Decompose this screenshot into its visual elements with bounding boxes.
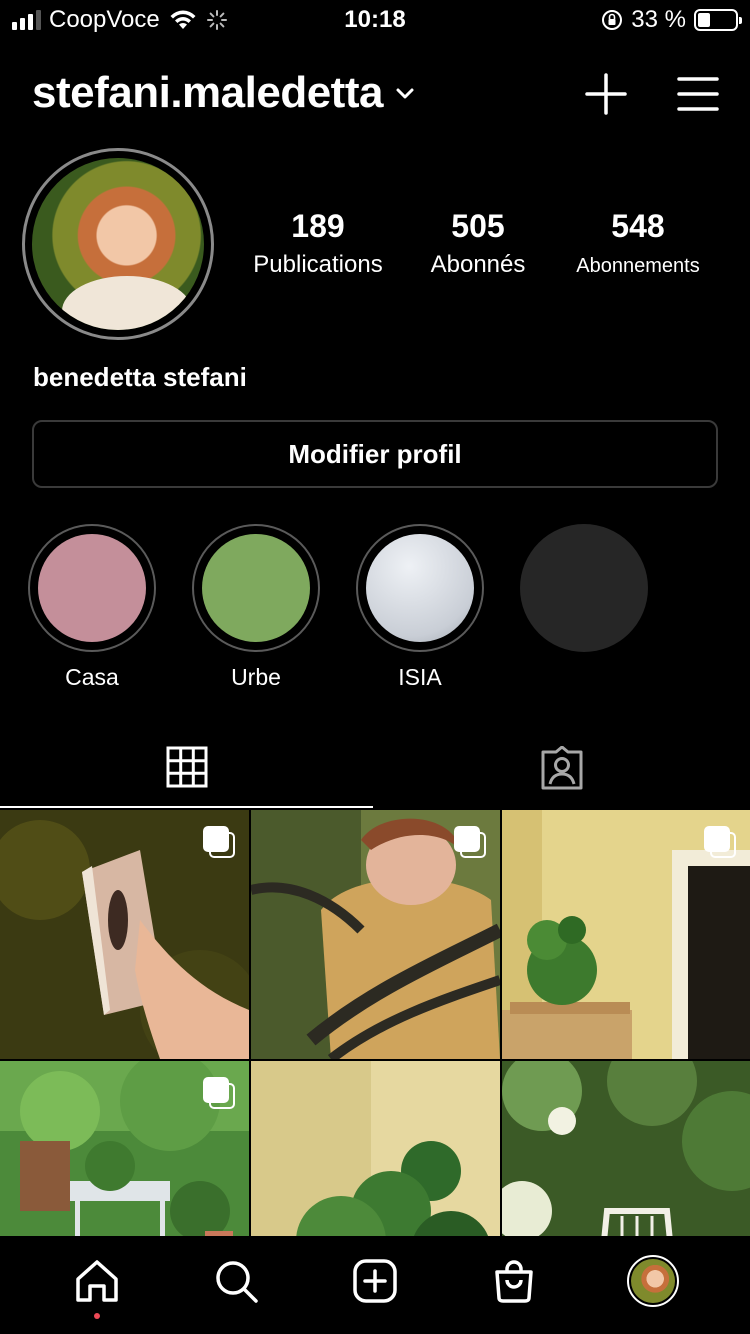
search-icon — [216, 1261, 258, 1303]
post-thumbnail[interactable] — [0, 810, 249, 1059]
stat-count: 548 — [611, 208, 665, 244]
bottom-navigation — [0, 1236, 750, 1334]
stat-label: Abonnements — [576, 255, 700, 277]
notification-dot — [94, 1313, 101, 1319]
stat-following[interactable]: 548 Abonnements — [558, 208, 718, 279]
highlight-label: Casa — [65, 664, 119, 690]
profile-tabs — [0, 728, 750, 808]
stat-label: Abonnés — [430, 251, 526, 278]
highlight-ring — [192, 524, 320, 652]
highlight-label: Urbe — [231, 664, 281, 690]
stat-count: 505 — [451, 208, 505, 244]
post-thumbnail[interactable] — [251, 810, 500, 1059]
stat-followers[interactable]: 505 Abonnés — [398, 208, 558, 279]
tab-tagged[interactable] — [375, 728, 748, 808]
stat-posts[interactable]: 189 Publications — [238, 208, 398, 279]
tab-grid[interactable] — [0, 728, 373, 808]
highlight-urbe[interactable]: Urbe — [192, 524, 320, 691]
highlight-isia[interactable]: ISIA — [356, 524, 484, 691]
profile-stats: 189 Publications 505 Abonnés 548 Abonnem… — [238, 208, 718, 279]
nav-create[interactable] — [345, 1251, 405, 1311]
profile-avatar-icon — [626, 1255, 679, 1307]
orientation-lock-icon — [602, 10, 623, 30]
avatar-image — [32, 158, 204, 330]
posts-grid — [0, 810, 750, 1310]
nav-search[interactable] — [206, 1251, 266, 1311]
battery-icon — [694, 9, 742, 31]
nav-shop[interactable] — [484, 1251, 544, 1311]
highlight-cover — [366, 534, 474, 642]
shop-bag-icon — [495, 1260, 533, 1303]
add-post-icon — [353, 1259, 397, 1303]
highlight-ring — [356, 524, 484, 652]
highlight-cover — [202, 534, 310, 642]
post-thumbnail[interactable] — [502, 810, 750, 1059]
nav-profile[interactable] — [623, 1251, 683, 1311]
carousel-icon — [704, 826, 736, 858]
highlight-label: ISIA — [398, 664, 442, 690]
full-name: benedetta stefani — [33, 362, 247, 392]
username: stefani.maledetta — [32, 68, 383, 117]
highlight-new[interactable] — [520, 524, 648, 691]
carousel-icon — [203, 826, 235, 858]
home-icon — [76, 1260, 119, 1302]
new-post-button[interactable] — [582, 70, 630, 118]
highlight-placeholder — [520, 524, 648, 652]
nav-home[interactable] — [67, 1251, 127, 1319]
account-switcher[interactable]: stefani.maledetta — [32, 68, 417, 118]
stat-label: Publications — [253, 251, 383, 278]
profile-header: stefani.maledetta — [32, 62, 722, 128]
tagged-person-icon — [541, 746, 582, 790]
edit-profile-button[interactable]: Modifier profil — [32, 420, 718, 488]
profile-avatar[interactable] — [22, 148, 214, 340]
highlight-casa[interactable]: Casa — [28, 524, 156, 691]
highlight-cover — [38, 534, 146, 642]
stat-count: 189 — [291, 208, 345, 244]
status-right: 33 % — [601, 6, 742, 34]
battery-percent: 33 % — [631, 6, 686, 33]
hamburger-menu-icon — [677, 77, 719, 111]
story-highlights: Casa Urbe ISIA — [28, 524, 648, 691]
plus-icon — [585, 73, 627, 115]
grid-icon — [166, 746, 207, 788]
chevron-down-icon — [396, 88, 414, 99]
carousel-icon — [203, 1077, 235, 1109]
carousel-icon — [454, 826, 486, 858]
menu-button[interactable] — [674, 70, 722, 118]
status-bar: CoopVoce 10:18 33 % — [0, 0, 750, 42]
highlight-ring — [28, 524, 156, 652]
